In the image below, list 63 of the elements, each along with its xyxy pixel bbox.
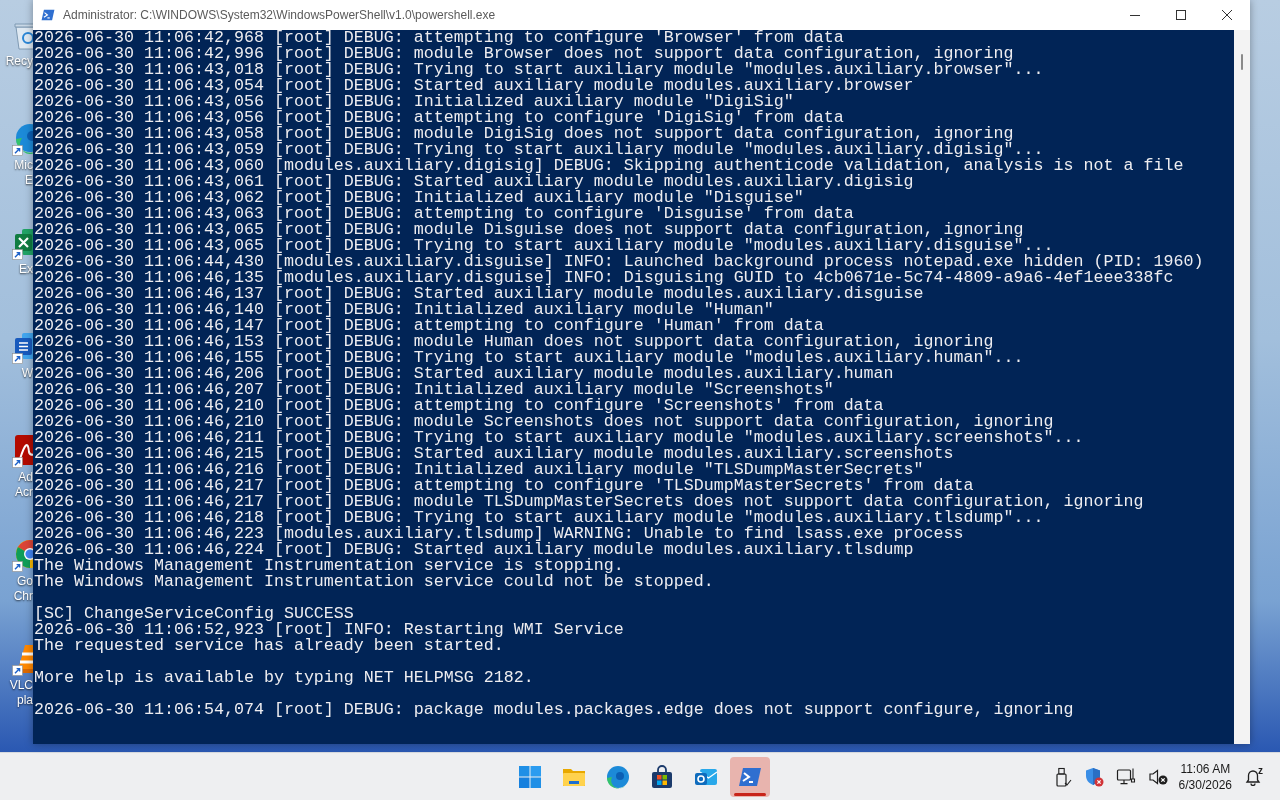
- desktop-icon-label[interactable]: Ex: [0, 262, 33, 277]
- console-line: 2026-06-30 11:06:46,211 [root] DEBUG: Trying to start auxiliary module "modules.auxiliary.screenshots"...: [34, 430, 1084, 446]
- console-line: 2026-06-30 11:06:46,210 [root] DEBUG: module Screenshots does not support data configuration, ignoring: [34, 414, 1054, 430]
- notifications-button[interactable]: z: [1239, 756, 1267, 797]
- console-line: 2026-06-30 11:06:52,923 [root] INFO: Restarting WMI Service: [34, 622, 624, 638]
- maximize-icon: [1176, 10, 1186, 20]
- console-line: 2026-06-30 11:06:46,210 [root] DEBUG: attempting to configure 'Screenshots' from data: [34, 398, 884, 414]
- console-line: 2026-06-30 11:06:42,968 [root] DEBUG: attempting to configure 'Browser' from data: [34, 30, 844, 46]
- console-line: 2026-06-30 11:06:46,215 [root] DEBUG: Started auxiliary module modules.auxiliary.screenshots: [34, 446, 954, 462]
- console-line: 2026-06-30 11:06:46,140 [root] DEBUG: Initialized auxiliary module "Human": [34, 302, 774, 318]
- console-line: 2026-06-30 11:06:46,207 [root] DEBUG: Initialized auxiliary module "Screenshots": [34, 382, 834, 398]
- desktop-icon-label[interactable]: Go Chr: [0, 574, 33, 604]
- console-line: 2026-06-30 11:06:46,155 [root] DEBUG: Trying to start auxiliary module "modules.auxiliary.human"...: [34, 350, 1024, 366]
- desktop-icon-label[interactable]: Mic E: [0, 158, 33, 188]
- console-line: 2026-06-30 11:06:46,218 [root] DEBUG: Trying to start auxiliary module "modules.auxiliary.tlsdump"...: [34, 510, 1044, 526]
- network-icon: [1115, 766, 1136, 787]
- console-line: 2026-06-30 11:06:46,217 [root] DEBUG: attempting to configure 'TLSDumpMasterSecrets' from data: [34, 478, 974, 494]
- console-line: 2026-06-30 11:06:43,063 [root] DEBUG: attempting to configure 'Disguise' from data: [34, 206, 854, 222]
- desktop-icon-label[interactable]: Ad Acr: [0, 470, 33, 500]
- shopping-bag-icon: [650, 764, 674, 789]
- console-line: The Windows Management Instrumentation service could not be stopped.: [34, 574, 714, 590]
- bell-icon: [1245, 767, 1261, 786]
- close-icon: [1222, 10, 1232, 20]
- scrollbar-thumb[interactable]: [1241, 54, 1243, 70]
- console-line: 2026-06-30 11:06:46,223 [modules.auxiliary.tlsdump] WARNING: Unable to find lsass.exe process: [34, 526, 964, 542]
- console-line: 2026-06-30 11:06:43,062 [root] DEBUG: Initialized auxiliary module "Disguise": [34, 190, 804, 206]
- console-line: 2026-06-30 11:06:46,153 [root] DEBUG: module Human does not support data configuration, ignoring: [34, 334, 994, 350]
- desktop-icon-label[interactable]: VLC pla: [0, 678, 33, 708]
- console-line: The Windows Management Instrumentation service is stopping.: [34, 558, 624, 574]
- console-line: 2026-06-30 11:06:43,018 [root] DEBUG: Trying to start auxiliary module "modules.auxiliary.browser"...: [34, 62, 1044, 78]
- console-line: 2026-06-30 11:06:43,059 [root] DEBUG: Trying to start auxiliary module "modules.auxiliary.digisig"...: [34, 142, 1044, 158]
- terminal-icon: [41, 8, 55, 22]
- clock-time[interactable]: 11:06 AM: [1180, 760, 1231, 777]
- console-line: More help is available by typing NET HELPMSG 2182.: [34, 670, 534, 686]
- console-line: 2026-06-30 11:06:54,074 [root] DEBUG: package modules.packages.edge does not support configure, ignoring: [34, 702, 1074, 718]
- console-line: 2026-06-30 11:06:43,058 [root] DEBUG: module DigiSig does not support data configuration, ignoring: [34, 126, 1014, 142]
- minimize-icon: [1130, 14, 1140, 16]
- desktop-icon-label[interactable]: Recy: [0, 54, 33, 69]
- console-line: 2026-06-30 11:06:43,065 [root] DEBUG: module Disguise does not support data configuration, ignoring: [34, 222, 1024, 238]
- console-line: 2026-06-30 11:06:46,217 [root] DEBUG: module TLSDumpMasterSecrets does not support data configuration, ignoring: [34, 494, 1144, 510]
- desktop-icon-label[interactable]: W: [0, 366, 33, 381]
- console-line: 2026-06-30 11:06:46,135 [modules.auxiliary.disguise] INFO: Disguising GUID to 4cb0671e-5c74-4809-a9a6-4ef1eee338fc: [34, 270, 1174, 286]
- console-line: 2026-06-30 11:06:43,060 [modules.auxiliary.digisig] DEBUG: Skipping authenticode validation, analysis is not a file: [34, 158, 1184, 174]
- four-squares-icon: [518, 764, 542, 789]
- console-line: 2026-06-30 11:06:46,147 [root] DEBUG: attempting to configure 'Human' from data: [34, 318, 824, 334]
- window-title: Administrator: C:\WINDOWS\System32\WindowsPowerShell\v1.0\powershell.exe: [63, 8, 496, 22]
- scrollbar[interactable]: [1234, 30, 1250, 744]
- console-line: 2026-06-30 11:06:43,061 [root] DEBUG: Started auxiliary module modules.auxiliary.digisig: [34, 174, 914, 190]
- console-line: The requested service has already been started.: [34, 638, 504, 654]
- taskbar-app-button[interactable]: [730, 756, 770, 797]
- console-line: 2026-06-30 11:06:46,206 [root] DEBUG: Started auxiliary module modules.auxiliary.human: [34, 366, 894, 382]
- console-line: 2026-06-30 11:06:44,430 [modules.auxiliary.disguise] INFO: Launched background process notepad.exe hidden (PID: 1960): [34, 254, 1204, 270]
- console-line: 2026-06-30 11:06:43,056 [root] DEBUG: Initialized auxiliary module "DigiSig": [34, 94, 794, 110]
- console-line: 2026-06-30 11:06:43,054 [root] DEBUG: Started auxiliary module modules.auxiliary.browser: [34, 78, 914, 94]
- console-line: 2026-06-30 11:06:43,065 [root] DEBUG: Trying to start auxiliary module "modules.auxiliary.disguise"...: [34, 238, 1054, 254]
- swirl-icon: [606, 764, 630, 789]
- console-line: 2026-06-30 11:06:43,056 [root] DEBUG: attempting to configure 'DigiSig' from data: [34, 110, 844, 126]
- console-line: 2026-06-30 11:06:46,216 [root] DEBUG: Initialized auxiliary module "TLSDumpMasterSecrets": [34, 462, 924, 478]
- clock-date[interactable]: 6/30/2026: [1178, 776, 1232, 793]
- console-line: 2026-06-30 11:06:42,996 [root] DEBUG: module Browser does not support data configuration, ignoring: [34, 46, 1014, 62]
- console-line: 2026-06-30 11:06:46,137 [root] DEBUG: Started auxiliary module modules.auxiliary.disguise: [34, 286, 924, 302]
- console-line: [SC] ChangeServiceConfig SUCCESS: [34, 606, 354, 622]
- console-line: 2026-06-30 11:06:46,224 [root] DEBUG: Started auxiliary module modules.auxiliary.tlsdump: [34, 542, 914, 558]
